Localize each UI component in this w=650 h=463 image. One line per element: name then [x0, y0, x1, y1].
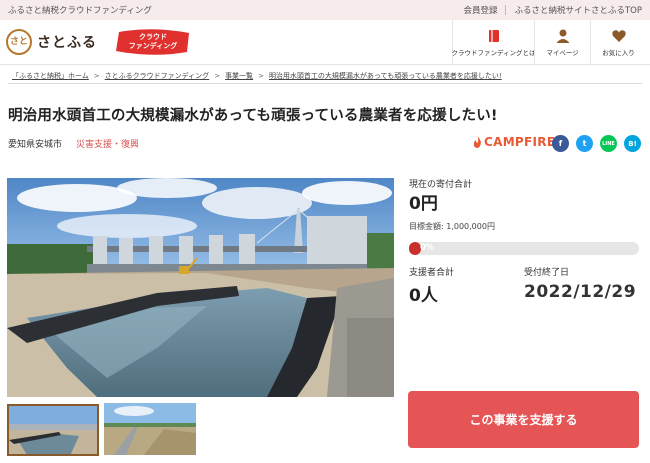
supporters-value: 0人: [409, 286, 438, 306]
badge-line-2: ファンディング: [128, 42, 178, 50]
nav-label: お気に入り: [602, 49, 635, 57]
end-date-label: 受付終了日: [524, 268, 570, 278]
nav-label: マイページ: [546, 49, 579, 57]
site-tagline: ふるさと納税クラウドファンディング: [8, 6, 152, 16]
logo-mark-icon: さと: [6, 29, 32, 55]
top-bar: ふるさと納税クラウドファンディング 会員登録 ふるさと納税サイトさとふるTOP: [0, 0, 650, 20]
breadcrumb-separator: >: [258, 72, 264, 80]
progress-percent: 0%: [420, 243, 435, 253]
breadcrumb: 「ふるさと納税」ホーム > さとふるクラウドファンディング > 事業一覧 > 明…: [8, 69, 642, 84]
campfire-logo[interactable]: CAMPFIRE: [473, 135, 555, 149]
support-project-button[interactable]: この事業を支援する: [408, 391, 639, 448]
thumbnail-2[interactable]: [104, 403, 196, 455]
supporters-label: 支援者合計: [409, 268, 455, 278]
satofull-top-link[interactable]: ふるさと納税サイトさとふるTOP: [514, 4, 642, 16]
page-title: 明治用水頭首工の大規模漏水があっても頑張っている農業者を応援したい!: [8, 108, 498, 124]
breadcrumb-separator: >: [93, 72, 100, 80]
divider: [505, 5, 507, 15]
project-category-link[interactable]: 災害支援・復興: [76, 137, 139, 150]
book-icon: [488, 30, 499, 42]
breadcrumb-projects[interactable]: 事業一覧: [225, 71, 253, 81]
header-nav: クラウドファンディングとは マイページ お気に入り: [451, 20, 646, 65]
hatena-bookmark-icon[interactable]: B!: [624, 135, 641, 152]
project-location: 愛知県安城市: [8, 140, 63, 150]
end-date-value: 2022/12/29: [524, 282, 637, 302]
badge-line-1: クラウド: [139, 33, 167, 41]
breadcrumb-current[interactable]: 明治用水頭首工の大規模漏水があっても頑張っている農業者を応援したい!: [269, 71, 502, 81]
share-buttons: f t LINE B!: [552, 135, 641, 152]
current-total-value: 0円: [409, 194, 438, 214]
site-header: さと さとふる クラウド ファンディング クラウドファンディングとは マイページ: [0, 20, 650, 65]
breadcrumb-home[interactable]: 「ふるさと納税」ホーム: [12, 71, 89, 81]
goal-amount: 目標金額: 1,000,000円: [409, 222, 495, 231]
project-meta: 愛知県安城市 災害支援・復興: [8, 137, 139, 150]
nav-label: クラウドファンディングとは: [451, 49, 536, 57]
nav-about-crowdfunding[interactable]: クラウドファンディングとは: [451, 20, 536, 65]
progress-bar: 0%: [409, 242, 639, 255]
user-icon: [556, 29, 569, 43]
flame-icon: [473, 136, 481, 148]
campfire-text: CAMPFIRE: [484, 135, 556, 149]
main-project-photo: [7, 178, 394, 397]
facebook-share-icon[interactable]: f: [552, 135, 569, 152]
line-share-icon[interactable]: LINE: [600, 135, 617, 152]
site-logo[interactable]: さと さとふる: [6, 29, 97, 55]
top-links: 会員登録 ふるさと納税サイトさとふるTOP: [463, 4, 642, 16]
logo-text: さとふる: [37, 35, 97, 51]
thumbnail-1[interactable]: [7, 404, 99, 456]
crowdfunding-badge[interactable]: クラウド ファンディング: [113, 28, 193, 56]
register-link[interactable]: 会員登録: [463, 4, 497, 16]
nav-mypage[interactable]: マイページ: [534, 20, 590, 65]
breadcrumb-crowdfunding[interactable]: さとふるクラウドファンディング: [105, 71, 210, 81]
breadcrumb-separator: >: [214, 72, 221, 80]
nav-favorites[interactable]: お気に入り: [590, 20, 646, 65]
heart-icon: [611, 30, 626, 42]
twitter-share-icon[interactable]: t: [576, 135, 593, 152]
